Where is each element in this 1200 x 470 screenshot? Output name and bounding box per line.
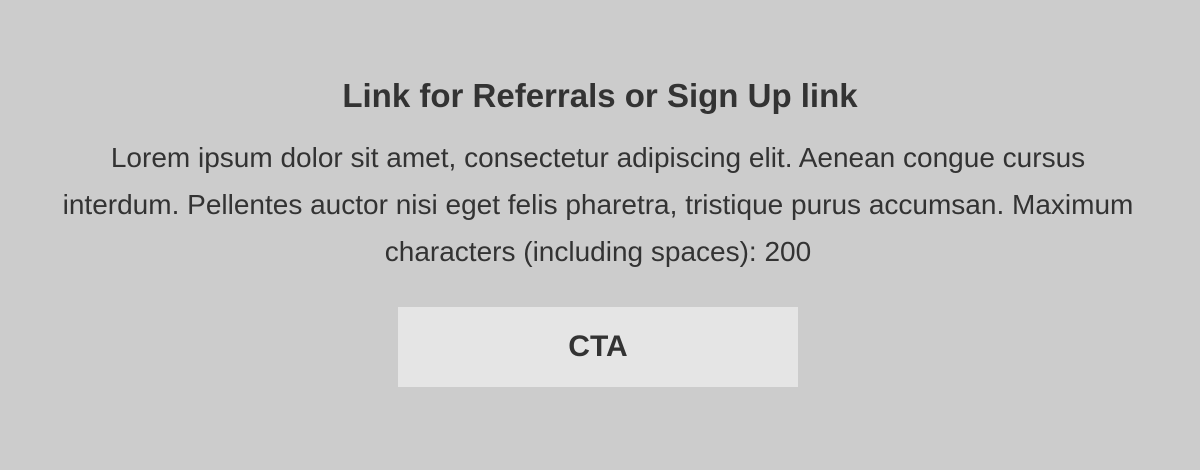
referral-banner: Link for Referrals or Sign Up link Lorem… [0,0,1200,470]
banner-body-text: Lorem ipsum dolor sit amet, consectetur … [62,142,1134,267]
banner-headline: Link for Referrals or Sign Up link [342,77,858,114]
cta-button[interactable]: CTA [398,307,798,387]
